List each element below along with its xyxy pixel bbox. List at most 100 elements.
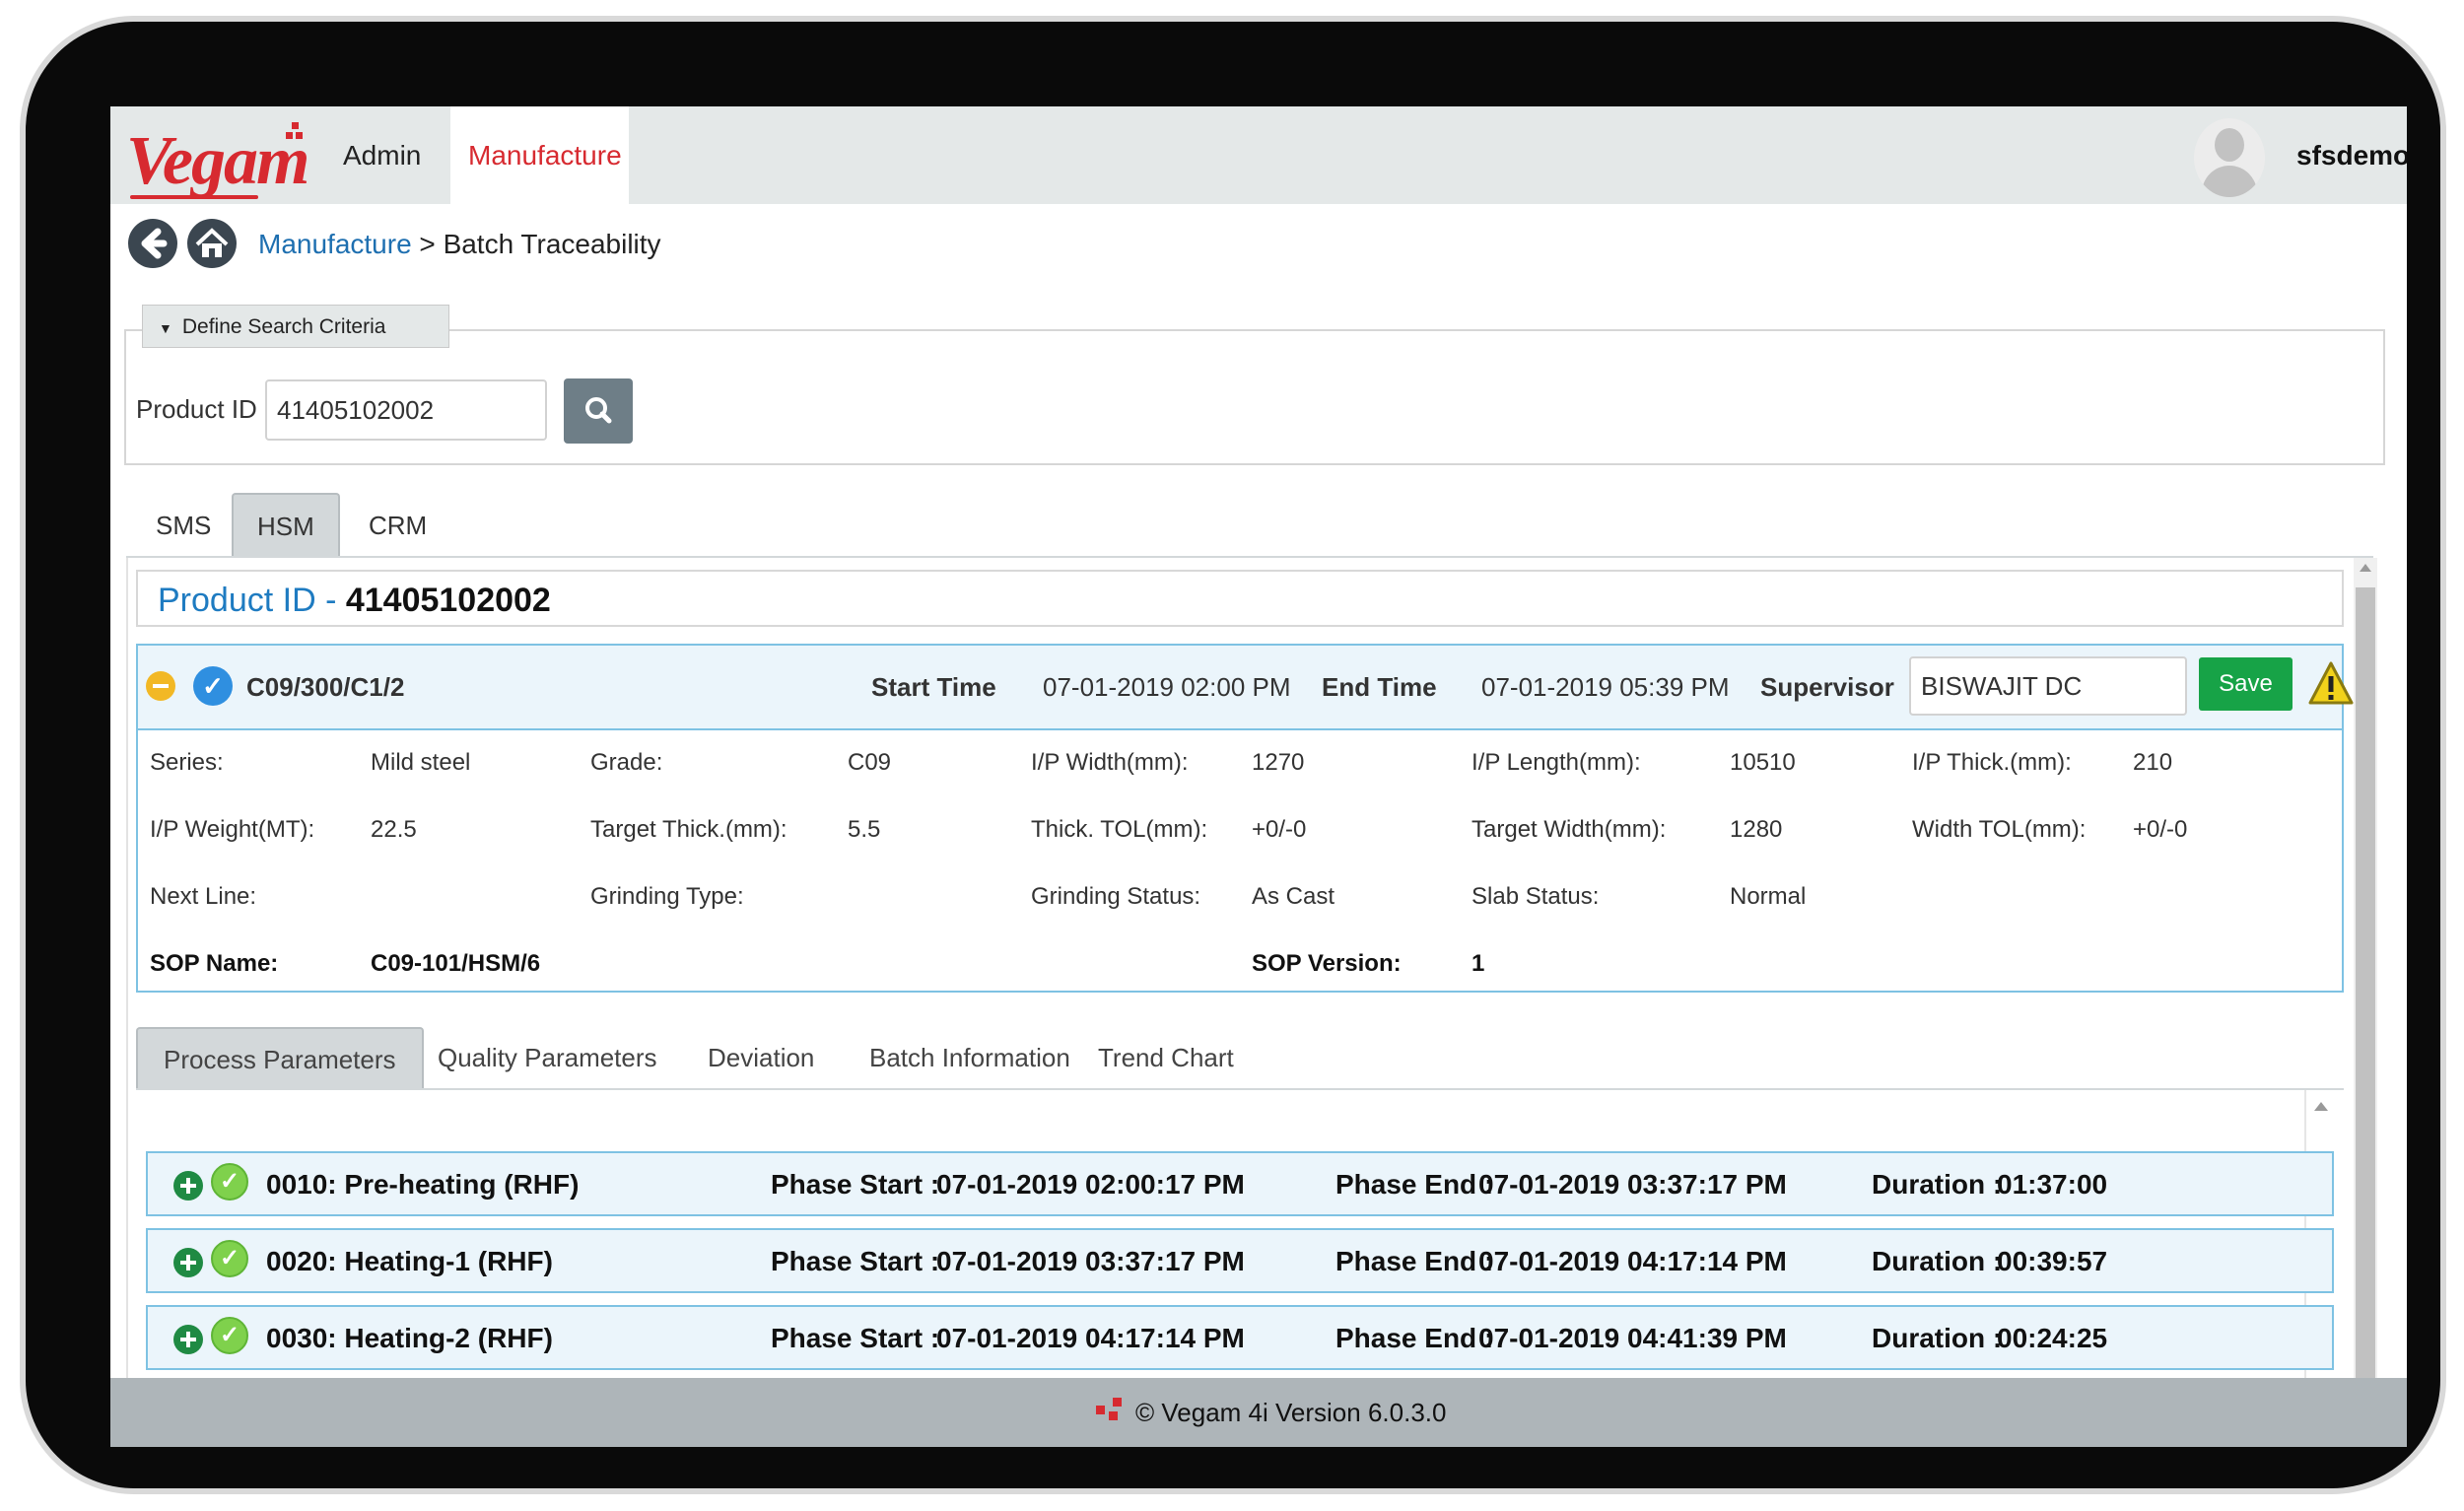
check-circle-icon: ✓ [193,666,233,706]
grinding-type-label: Grinding Type: [590,883,744,910]
phase-row[interactable]: ✓ 0030: Heating-2 (RHF) Phase Start : 07… [146,1305,2334,1370]
thick-tol-value: +0/-0 [1252,816,1307,843]
duration-value: 00:39:57 [1997,1246,2108,1276]
batch-panel: ✓ C09/300/C1/2 Start Time 07-01-2019 02:… [136,644,2354,993]
scrollbar-thumb[interactable] [2356,587,2375,1447]
phase-name: 0010: Pre-heating (RHF) [266,1169,580,1200]
phase-start-label: Phase Start : [771,1169,940,1200]
sop-name-label: SOP Name: [150,950,279,977]
phase-end-label: Phase End : [1335,1246,1494,1276]
start-time-label: Start Time [871,672,996,702]
product-id-value: 41405102002 [345,582,551,619]
ip-width-label: I/P Width(mm): [1031,749,1189,776]
home-icon[interactable] [187,219,237,268]
supervisor-label: Supervisor [1760,672,1894,702]
ip-thick-value: 210 [2133,749,2173,776]
grade-value: C09 [848,749,892,776]
phase-start-value: 07-01-2019 03:37:17 PM [936,1246,1245,1276]
ip-length-label: I/P Length(mm): [1472,749,1641,776]
nav-manufacture[interactable]: Manufacture [450,106,629,204]
next-line-label: Next Line: [150,883,257,910]
avatar[interactable] [2194,118,2265,197]
phase-name: 0030: Heating-2 (RHF) [266,1323,553,1353]
start-time-value: 07-01-2019 02:00 PM [1043,672,1291,702]
target-width-value: 1280 [1730,816,1783,843]
subtab-quality-parameters[interactable]: Quality Parameters [412,1027,683,1088]
sop-name-value: C09-101/HSM/6 [371,950,541,977]
breadcrumb-separator: > [419,229,436,259]
product-id-input[interactable] [265,379,547,441]
series-value: Mild steel [371,749,471,776]
grade-label: Grade: [590,749,663,776]
app-screen: Vegam Admin Manufacture sfsdemo Manufact… [110,106,2407,1447]
inner-scroll-up-icon[interactable] [2314,1102,2328,1111]
batch-header: ✓ C09/300/C1/2 Start Time 07-01-2019 02:… [138,646,2354,730]
save-button[interactable]: Save [2199,657,2293,711]
define-search-criteria-toggle[interactable]: ▼ Define Search Criteria [142,305,449,348]
subtab-batch-information[interactable]: Batch Information [844,1027,1096,1088]
batch-code: C09/300/C1/2 [246,672,405,702]
expand-plus-icon[interactable] [173,1248,203,1277]
search-button[interactable] [564,378,633,444]
duration-value: 01:37:00 [1997,1169,2108,1200]
check-green-icon: ✓ [211,1240,248,1277]
phase-end-value: 07-01-2019 03:37:17 PM [1478,1169,1787,1200]
product-id-caption: Product ID - [158,582,337,619]
vegam-logo: Vegam [126,123,309,199]
subtab-trend-chart[interactable]: Trend Chart [1072,1027,1260,1088]
series-label: Series: [150,749,224,776]
phase-end-value: 07-01-2019 04:17:14 PM [1478,1246,1787,1276]
expand-plus-icon[interactable] [173,1325,203,1354]
collapse-icon[interactable] [146,671,175,701]
phase-start-value: 07-01-2019 04:17:14 PM [936,1323,1245,1353]
duration-value: 00:24:25 [1997,1323,2108,1353]
logo-underline [130,195,258,199]
width-tol-value: +0/-0 [2133,816,2188,843]
slab-status-label: Slab Status: [1472,883,1600,910]
tab-sms[interactable]: SMS [132,494,235,557]
phase-start-value: 07-01-2019 02:00:17 PM [936,1169,1245,1200]
product-id-label: Product ID [136,394,257,424]
phase-row[interactable]: ✓ 0010: Pre-heating (RHF) Phase Start : … [146,1151,2334,1216]
top-bar: Vegam Admin Manufacture sfsdemo [110,106,2407,204]
check-green-icon: ✓ [211,1317,248,1354]
legend-label: Define Search Criteria [181,315,386,338]
footer: © Vegam 4i Version 6.0.3.0 [110,1378,2407,1447]
ip-thick-label: I/P Thick.(mm): [1912,749,2072,776]
phase-end-label: Phase End : [1335,1323,1494,1353]
slab-status-value: Normal [1730,883,1807,910]
ip-weight-value: 22.5 [371,816,417,843]
phase-start-label: Phase Start : [771,1246,940,1276]
subtabs-divider [136,1088,2344,1090]
duration-label: Duration : [1872,1246,2003,1276]
scroll-up-icon[interactable] [2360,564,2371,572]
sop-version-label: SOP Version: [1252,950,1402,977]
check-green-icon: ✓ [211,1163,248,1201]
target-thick-label: Target Thick.(mm): [590,816,787,843]
expand-plus-icon[interactable] [173,1171,203,1201]
target-width-label: Target Width(mm): [1472,816,1667,843]
grinding-status-label: Grinding Status: [1031,883,1201,910]
device-frame: Vegam Admin Manufacture sfsdemo Manufact… [26,22,2440,1488]
supervisor-input[interactable] [1909,656,2187,716]
tab-hsm[interactable]: HSM [232,493,340,558]
target-thick-value: 5.5 [848,816,881,843]
subtab-deviation[interactable]: Deviation [682,1027,840,1088]
breadcrumb-manufacture-link[interactable]: Manufacture [258,229,412,259]
phase-row[interactable]: ✓ 0020: Heating-1 (RHF) Phase Start : 07… [146,1228,2334,1293]
warning-icon[interactable] [2306,657,2356,711]
phase-end-label: Phase End : [1335,1169,1494,1200]
nav-admin[interactable]: Admin [325,106,439,204]
page-scrollbar[interactable] [2354,558,2377,1447]
ip-width-value: 1270 [1252,749,1305,776]
tab-crm[interactable]: CRM [345,494,450,557]
username[interactable]: sfsdemo [2296,140,2407,172]
breadcrumb: Manufacture > Batch Traceability [258,229,661,260]
search-icon [585,397,612,424]
phase-name: 0020: Heating-1 (RHF) [266,1246,553,1276]
grinding-status-value: As Cast [1252,883,1335,910]
ip-length-value: 10510 [1730,749,1796,776]
duration-label: Duration : [1872,1169,2003,1200]
subtab-process-parameters[interactable]: Process Parameters [136,1027,424,1090]
back-arrow-icon[interactable] [128,219,177,268]
